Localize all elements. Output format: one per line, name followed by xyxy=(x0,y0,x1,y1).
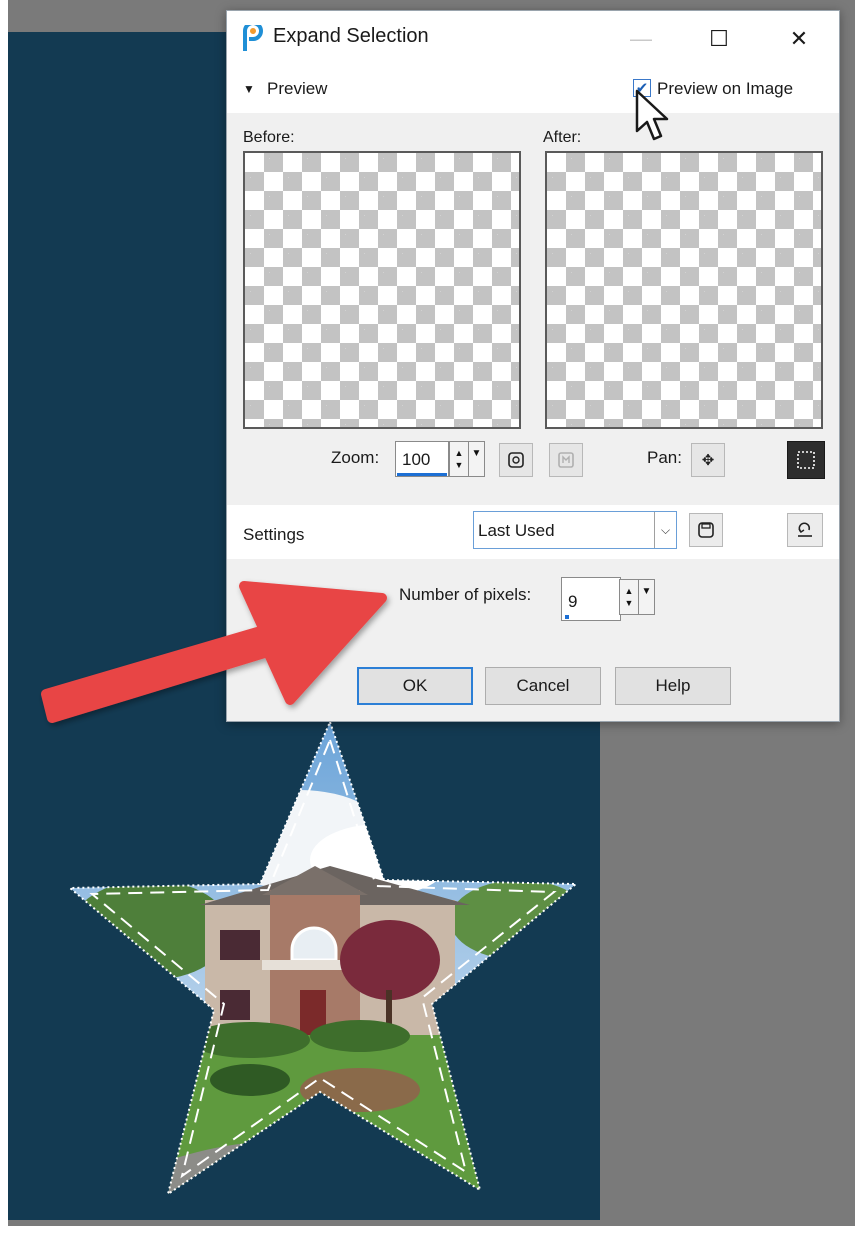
screen: Expand Selection — ☐ ✕ ▼ Preview ✔ Previ… xyxy=(0,0,855,1233)
red-arrow-icon xyxy=(41,581,387,723)
